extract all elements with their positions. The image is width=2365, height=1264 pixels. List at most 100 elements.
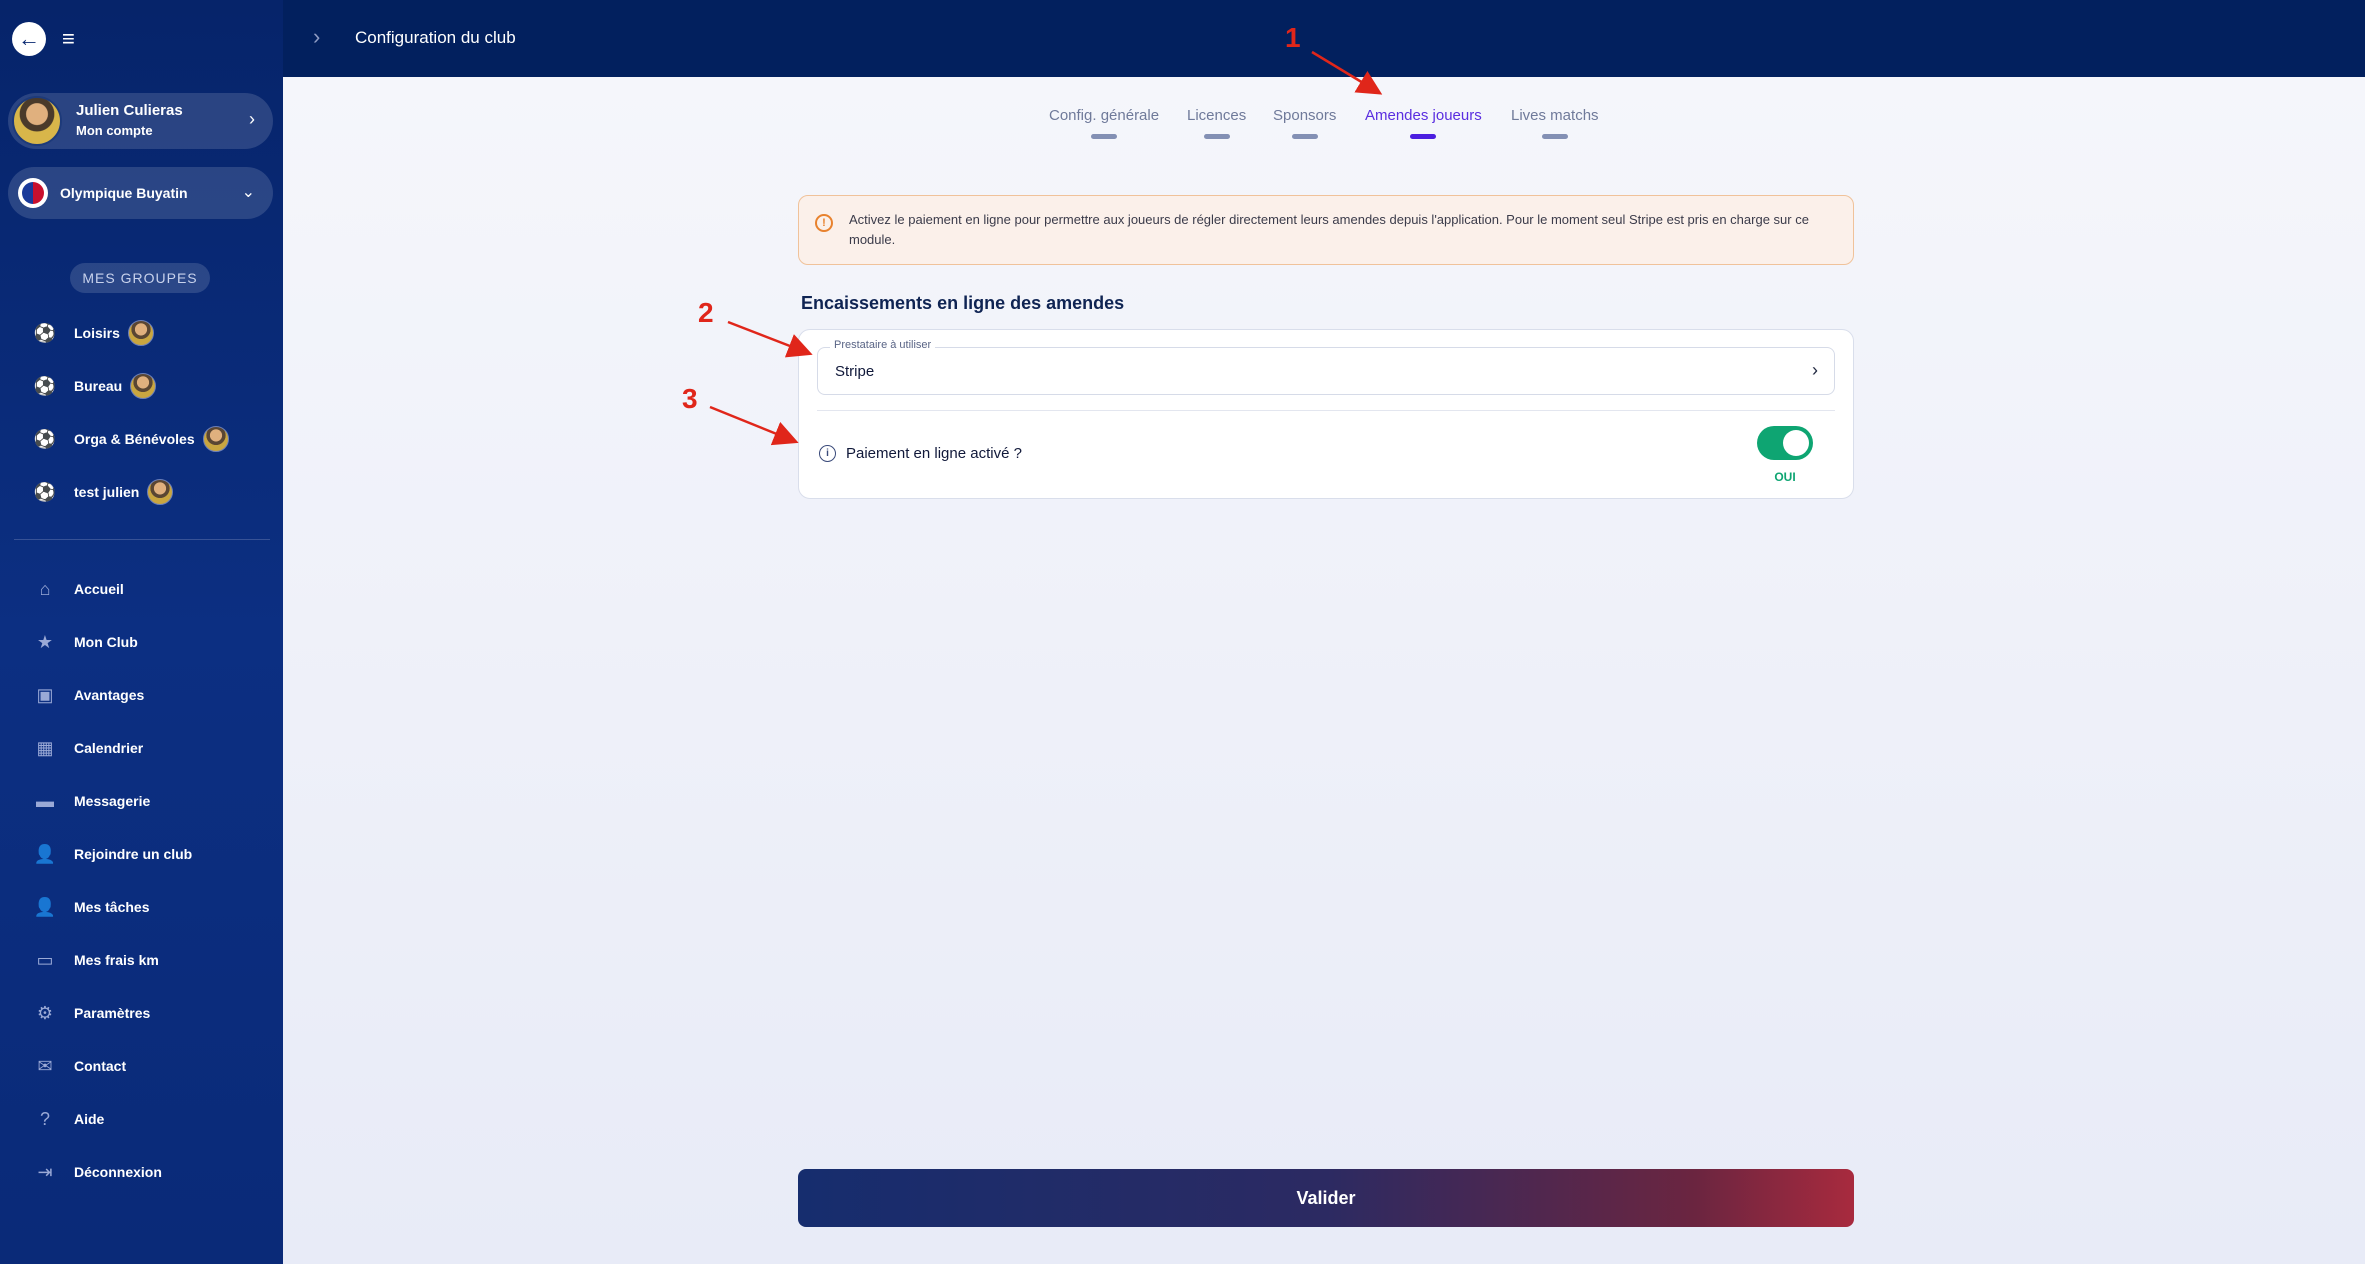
- info-text: Activez le paiement en ligne pour permet…: [849, 212, 1809, 247]
- provider-label: Prestataire à utiliser: [830, 339, 936, 351]
- online-payment-toggle[interactable]: [1757, 426, 1813, 460]
- payment-settings-card: Prestataire à utiliser Stripe › i Paieme…: [798, 329, 1854, 499]
- avatar: [130, 373, 157, 399]
- nav-label: Paramètres: [74, 1005, 151, 1021]
- nav-label: Aide: [74, 1111, 105, 1127]
- club-selector[interactable]: Olympique Buyatin ⌄: [8, 167, 273, 219]
- nav-item-frais-km[interactable]: ▭ Mes frais km: [34, 945, 159, 975]
- annotation-number-3: 3: [682, 383, 698, 414]
- provider-value: Stripe: [835, 363, 875, 380]
- tab-sponsors[interactable]: Sponsors: [1273, 107, 1336, 139]
- gear-icon: ⚙: [36, 1002, 54, 1023]
- nav-label: Déconnexion: [74, 1164, 162, 1180]
- logout-icon: ⇥: [37, 1161, 53, 1182]
- club-logo: [18, 178, 48, 208]
- nav-label: Messagerie: [74, 793, 151, 809]
- avatar: [12, 96, 62, 146]
- groups-title: MES GROUPES: [70, 263, 210, 293]
- nav-item-aide[interactable]: ? Aide: [34, 1104, 104, 1134]
- tab-licences[interactable]: Licences: [1187, 107, 1246, 139]
- nav-item-taches[interactable]: 👤 Mes tâches: [33, 892, 150, 922]
- page-title: Configuration du club: [355, 28, 516, 47]
- info-icon: !: [815, 214, 833, 232]
- soccer-ball-icon: ⚽: [33, 322, 57, 343]
- tab-label: Config. générale: [1049, 107, 1160, 124]
- soccer-ball-icon: ⚽: [33, 375, 57, 396]
- avatar: [147, 479, 174, 505]
- nav-item-rejoindre[interactable]: 👤 Rejoindre un club: [34, 839, 192, 869]
- menu-toggle-icon[interactable]: ≡: [62, 26, 75, 52]
- nav-label: Mes tâches: [74, 899, 150, 915]
- account-card[interactable]: Julien Culieras Mon compte ›: [8, 93, 273, 149]
- nav-item-calendrier[interactable]: ▦ Calendrier: [34, 733, 143, 763]
- tab-label: Sponsors: [1273, 107, 1337, 124]
- chevron-right-icon: ›: [1812, 360, 1818, 380]
- nav-label: Rejoindre un club: [74, 846, 193, 862]
- online-payment-label: Paiement en ligne activé ?: [846, 445, 1022, 462]
- chat-icon: ▬: [36, 790, 54, 811]
- group-item-loisirs[interactable]: ⚽ Loisirs: [34, 318, 154, 348]
- soccer-ball-icon: ⚽: [33, 481, 57, 502]
- top-bar: › Configuration du club: [283, 0, 2365, 77]
- help-icon: ?: [39, 1108, 50, 1129]
- envelope-icon: ✉: [37, 1055, 53, 1076]
- card-divider: [817, 410, 1835, 411]
- nav-item-deconnexion[interactable]: ⇥ Déconnexion: [34, 1157, 162, 1187]
- back-button[interactable]: ←: [12, 22, 46, 56]
- main-content: Config. générale Licences Sponsors Amend…: [283, 77, 2365, 1264]
- nav-label: Calendrier: [74, 740, 144, 756]
- nav-item-parametres[interactable]: ⚙ Paramètres: [34, 998, 150, 1028]
- user-check-icon: 👤: [33, 896, 57, 917]
- info-icon[interactable]: i: [819, 445, 836, 462]
- calendar-icon: ▦: [36, 737, 54, 758]
- account-name: Julien Culieras: [76, 102, 183, 119]
- nav-item-messagerie[interactable]: ▬ Messagerie: [34, 786, 150, 816]
- tab-lives-matchs[interactable]: Lives matchs: [1511, 107, 1599, 139]
- tab-label: Amendes joueurs: [1365, 107, 1482, 124]
- avatar: [127, 320, 154, 346]
- nav-item-accueil[interactable]: ⌂ Accueil: [34, 574, 124, 604]
- annotation-number-1: 1: [1285, 22, 1301, 53]
- toggle-state-label: OUI: [1774, 470, 1796, 484]
- soccer-ball-icon: ⚽: [33, 428, 57, 449]
- chevron-down-icon: ⌄: [241, 184, 255, 201]
- nav-label: Accueil: [74, 581, 124, 597]
- arrow-left-icon: ←: [18, 26, 40, 51]
- section-title: Encaissements en ligne des amendes: [801, 293, 1125, 313]
- gift-icon: ▣: [36, 684, 54, 705]
- group-label: test julien: [74, 484, 140, 500]
- avatar: [202, 426, 229, 452]
- tab-label: Lives matchs: [1511, 107, 1599, 124]
- nav-item-mon-club[interactable]: ★ Mon Club: [34, 627, 138, 657]
- nav-label: Mon Club: [74, 634, 138, 650]
- validate-button[interactable]: Valider: [798, 1169, 1854, 1227]
- group-item-orga[interactable]: ⚽ Orga & Bénévoles: [34, 424, 229, 454]
- tab-config-generale[interactable]: Config. générale: [1049, 107, 1159, 139]
- sidebar-divider: [14, 539, 270, 540]
- tab-bar: Config. générale Licences Sponsors Amend…: [283, 107, 2365, 147]
- annotation-number-2: 2: [698, 297, 714, 328]
- nav-label: Avantages: [74, 687, 145, 703]
- chevron-right-icon[interactable]: ›: [313, 24, 320, 50]
- group-label: Loisirs: [74, 325, 120, 341]
- provider-select[interactable]: Prestataire à utiliser Stripe ›: [817, 339, 1835, 395]
- group-item-bureau[interactable]: ⚽ Bureau: [33, 371, 157, 401]
- user-plus-icon: 👤: [33, 843, 57, 864]
- tab-label: Licences: [1187, 107, 1247, 124]
- club-name: Olympique Buyatin: [60, 185, 188, 201]
- account-subtitle: Mon compte: [76, 123, 153, 138]
- tab-amendes-joueurs[interactable]: Amendes joueurs: [1365, 107, 1482, 139]
- nav-label: Contact: [74, 1058, 127, 1074]
- info-banner: ! Activez le paiement en ligne pour perm…: [798, 195, 1854, 265]
- group-item-test-julien[interactable]: ⚽ test julien: [33, 477, 174, 507]
- nav-label: Mes frais km: [74, 952, 159, 968]
- chevron-right-icon: ›: [249, 109, 255, 129]
- group-label: Bureau: [74, 378, 123, 394]
- car-icon: ▭: [36, 949, 54, 970]
- group-label: Orga & Bénévoles: [74, 431, 195, 447]
- star-icon: ★: [36, 631, 54, 652]
- nav-item-contact[interactable]: ✉ Contact: [34, 1051, 126, 1081]
- nav-item-avantages[interactable]: ▣ Avantages: [34, 680, 144, 710]
- sidebar-top: ← ≡: [12, 22, 75, 56]
- sidebar: ← ≡ Julien Culieras Mon compte › Olympiq…: [0, 0, 283, 1264]
